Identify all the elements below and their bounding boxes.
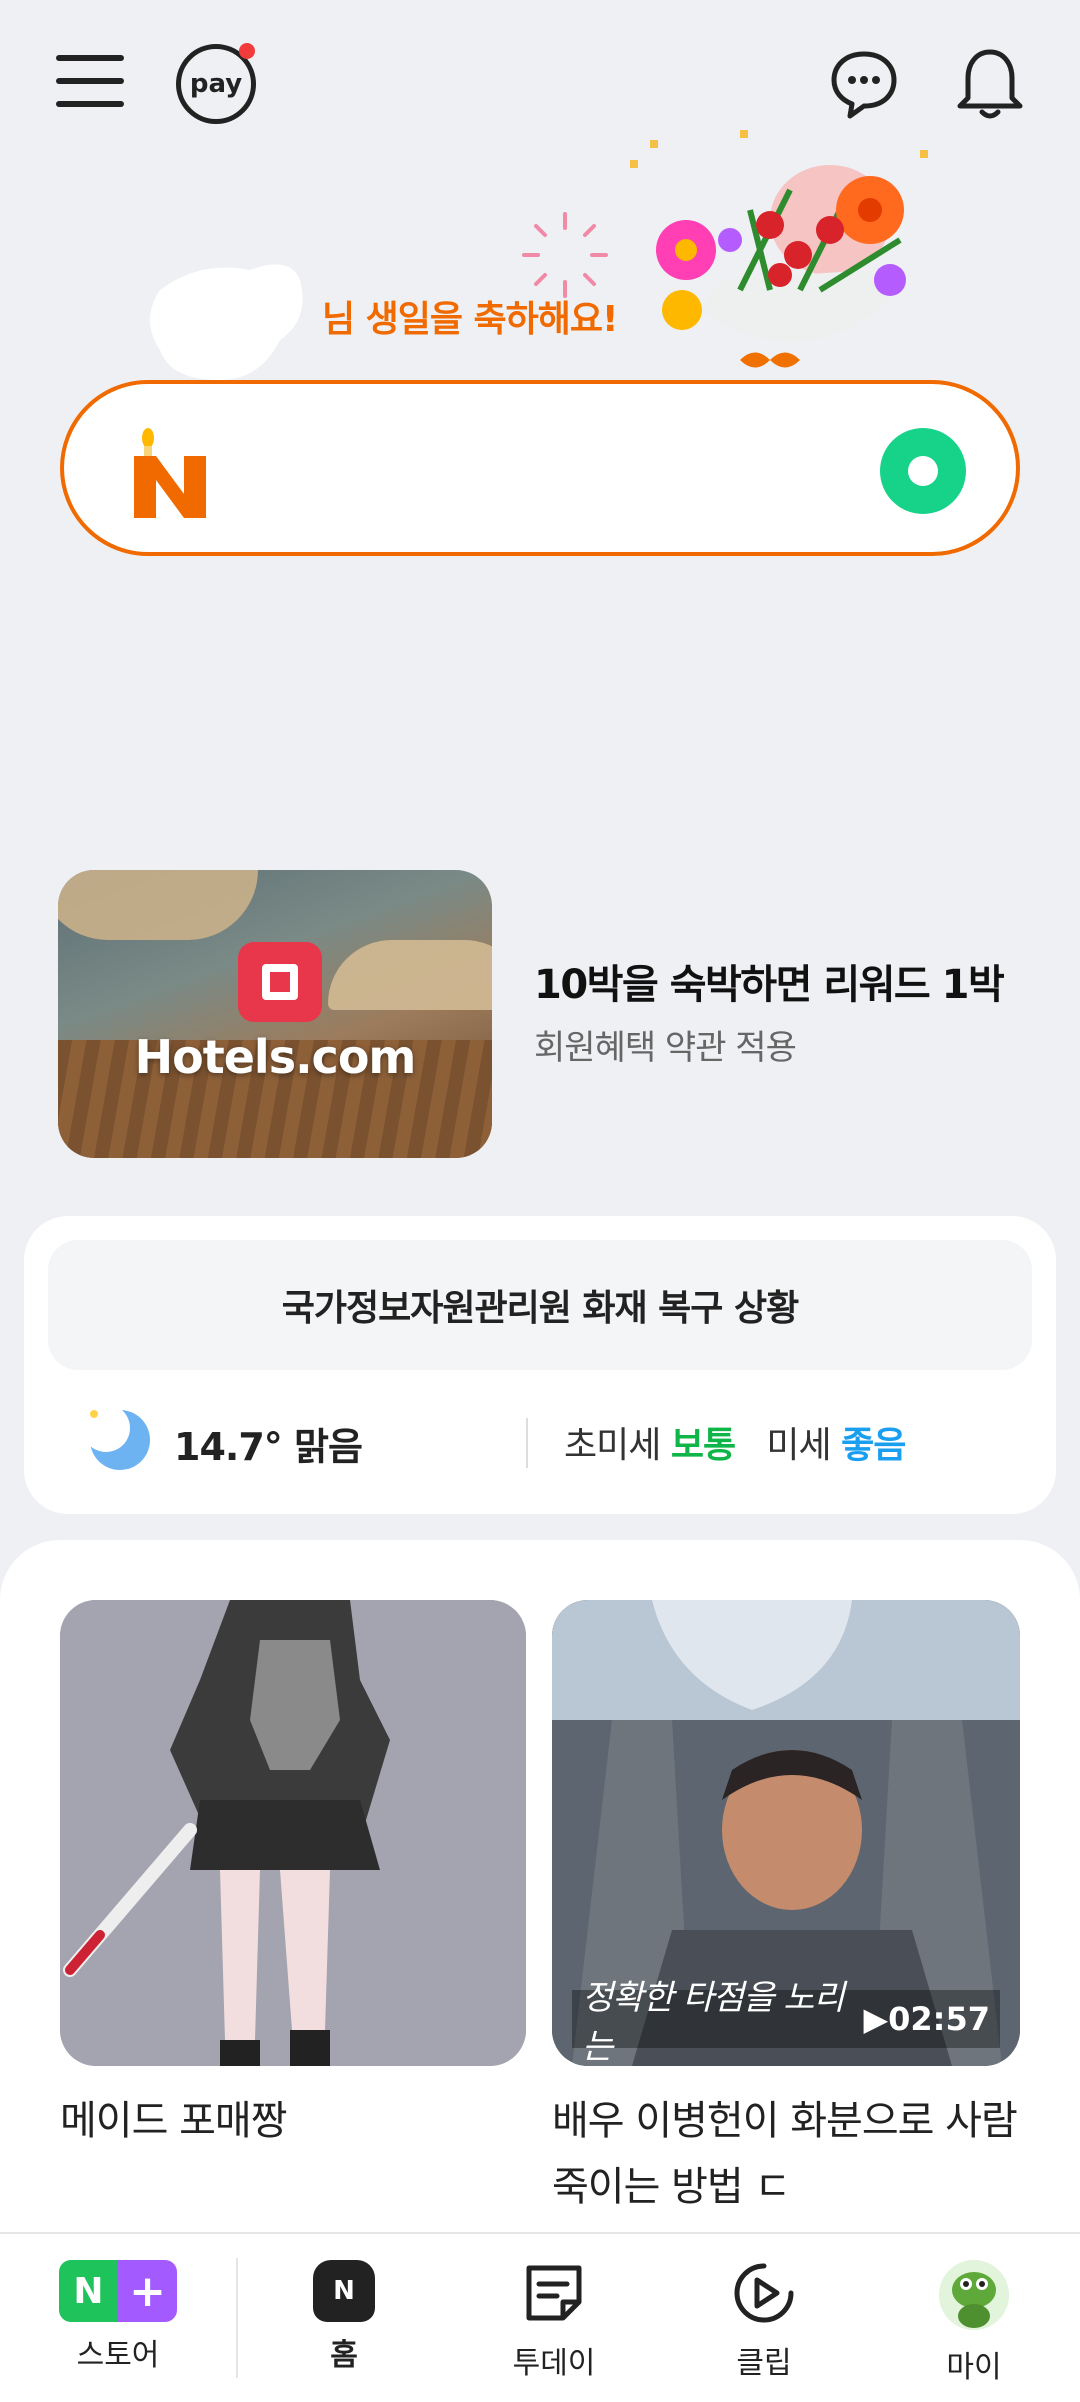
- bottom-navigation: N + 스토어 N 홈 투데이 클립 마이: [0, 2232, 1080, 2402]
- nav-label: 클립: [736, 2346, 792, 2381]
- bell-icon[interactable]: [954, 44, 1026, 124]
- feed-caption[interactable]: 배우 이병헌이 화분으로 사람 죽이는 방법 ㄷ: [552, 2088, 1020, 2220]
- dust-label: 미세: [766, 1425, 831, 1466]
- nav-today[interactable]: 투데이: [474, 2260, 634, 2382]
- birthday-message: 님 생일을 축하해요!: [322, 299, 618, 340]
- avatar: [939, 2260, 1009, 2330]
- dust-status: 좋음: [841, 1425, 906, 1466]
- nav-label: 마이: [946, 2350, 1002, 2385]
- info-card: 국가정보자원관리원 화재 복구 상황 14.7° 맑음 초미세 보통 미세 좋음: [24, 1216, 1056, 1514]
- temperature: 14.7°: [174, 1425, 283, 1469]
- notification-dot: [239, 43, 255, 59]
- today-icon: [526, 2265, 582, 2321]
- birthday-cake-icon: [150, 264, 303, 380]
- feed-caption[interactable]: 메이드 포매짱: [60, 2088, 288, 2146]
- ad-subtitle: 회원혜택 약관 적용: [534, 1028, 797, 1068]
- home-icon: N: [313, 2260, 375, 2322]
- nav-label: 홈: [330, 2338, 358, 2373]
- moon-icon: [82, 1404, 150, 1470]
- fine-dust-status: 보통: [670, 1425, 736, 1466]
- video-duration: ▶02:57: [863, 2000, 990, 2038]
- weather-condition: 맑음: [294, 1425, 363, 1469]
- illustration-image: [60, 1600, 526, 2066]
- video-overlay: 정확한 타점을 노리는 ▶02:57: [572, 1978, 1000, 2066]
- fine-dust-label: 초미세: [564, 1425, 661, 1466]
- video-thumbnail[interactable]: 정확한 타점을 노리는 ▶02:57: [552, 1600, 1020, 2066]
- chat-icon[interactable]: [828, 48, 900, 120]
- news-banner[interactable]: 국가정보자원관리원 화재 복구 상황: [48, 1240, 1032, 1370]
- nav-divider: [236, 2258, 238, 2378]
- bouquet-icon: [630, 130, 928, 368]
- content-feed: 정확한 타점을 노리는 ▶02:57 메이드 포매짱 배우 이병헌이 화분으로 …: [0, 1540, 1080, 2260]
- ad-brand: Hotels.com: [134, 1030, 417, 1084]
- search-bar[interactable]: [60, 380, 1020, 556]
- nav-home[interactable]: N 홈: [264, 2260, 424, 2374]
- green-search-button[interactable]: [880, 428, 966, 514]
- video-subtitle: 정확한 타점을 노리는: [582, 1978, 845, 2066]
- pay-button[interactable]: pay: [176, 43, 256, 124]
- hotels-logo-icon: [238, 942, 322, 1022]
- nav-label: 투데이: [512, 2346, 596, 2381]
- ad-title[interactable]: 10박을 숙박하면 리워드 1박: [534, 952, 1005, 1010]
- clip-icon: [734, 2263, 794, 2323]
- menu-icon[interactable]: [56, 55, 124, 115]
- nav-my[interactable]: 마이: [894, 2260, 1054, 2386]
- store-icon: N +: [59, 2260, 177, 2322]
- pay-label: pay: [189, 69, 243, 99]
- divider: [526, 1418, 528, 1468]
- ad-image[interactable]: Hotels.com: [58, 870, 492, 1158]
- nav-clip[interactable]: 클립: [684, 2260, 844, 2382]
- weather-temp[interactable]: 14.7° 맑음: [174, 1416, 363, 1471]
- air-quality[interactable]: 초미세 보통 미세 좋음: [564, 1416, 906, 1468]
- nav-label: 스토어: [76, 2338, 160, 2373]
- sparkle-icon: [522, 212, 608, 298]
- nav-store[interactable]: N + 스토어: [38, 2260, 198, 2374]
- naver-logo-icon: [134, 428, 206, 518]
- feed-thumbnail[interactable]: [60, 1600, 526, 2066]
